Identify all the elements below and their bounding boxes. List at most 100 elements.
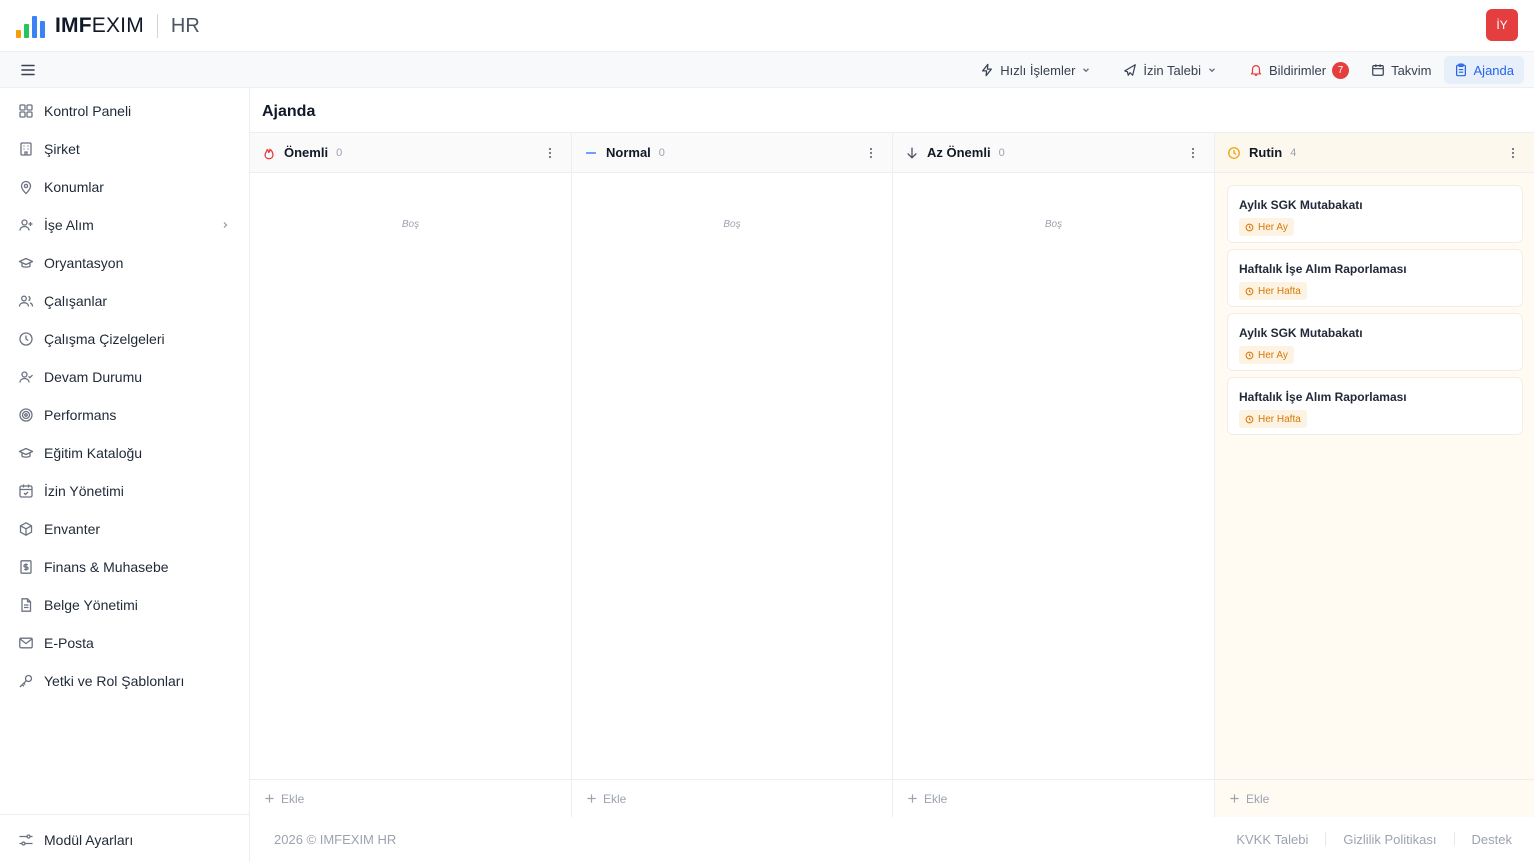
clock-icon: [19, 332, 33, 346]
frequency-tag: Her Hafta: [1239, 410, 1307, 428]
leave-request-button[interactable]: İzin Talebi: [1113, 56, 1227, 84]
building-icon: [20, 142, 32, 156]
sidebar-item-e-posta[interactable]: E-Posta: [0, 624, 249, 662]
calendar-button[interactable]: Takvim: [1361, 56, 1441, 84]
dashboard-icon: [19, 104, 33, 118]
sidebar-item-performans[interactable]: Performans: [0, 396, 249, 434]
notifications-button[interactable]: Bildirimler 7: [1239, 56, 1359, 84]
add-card-label: Ekle: [1246, 791, 1270, 806]
calendar-label: Takvim: [1391, 62, 1432, 78]
frequency-tag: Her Ay: [1239, 346, 1294, 364]
key-icon: [19, 674, 33, 688]
receipt-icon: [20, 560, 32, 574]
clock-icon: [1245, 415, 1254, 423]
frequency-label: Her Ay: [1258, 349, 1288, 361]
arrow-down-icon: [907, 147, 917, 158]
sidebar-item-calisanlar[interactable]: Çalışanlar: [0, 282, 249, 320]
more-vertical-icon[interactable]: [543, 146, 557, 160]
support-link[interactable]: Destek: [1472, 832, 1512, 847]
notifications-label: Bildirimler: [1269, 62, 1327, 78]
bell-icon: [1250, 65, 1262, 76]
task-title: Haftalık İşe Alım Raporlaması: [1239, 262, 1407, 276]
box-icon: [19, 522, 33, 536]
user-check-icon: [19, 371, 33, 383]
page-title: Ajanda: [262, 103, 316, 120]
more-vertical-icon[interactable]: [864, 146, 878, 160]
sidebar-item-devam-durumu[interactable]: Devam Durumu: [0, 358, 249, 396]
module-settings-button[interactable]: Modül Ayarları: [0, 821, 249, 859]
task-card[interactable]: Aylık SGK Mutabakatı Her Ay: [1227, 185, 1523, 243]
graduation-cap-icon: [18, 257, 34, 268]
agenda-label: Ajanda: [1473, 62, 1514, 78]
clock-icon: [1228, 146, 1240, 159]
task-title: Haftalık İşe Alım Raporlaması: [1239, 390, 1407, 404]
task-card[interactable]: Haftalık İşe Alım Raporlaması Her Hafta: [1227, 377, 1523, 435]
add-card-label: Ekle: [603, 791, 627, 806]
logo-divider: [156, 14, 158, 38]
sidebar: Kontrol Paneli Şirket Konumlar İşe Alım …: [0, 88, 250, 862]
sidebar-item-label: Eğitim Kataloğu: [44, 445, 143, 461]
add-card-button[interactable]: Ekle: [1215, 779, 1534, 817]
calendar-check-icon: [19, 484, 33, 498]
kanban-board: Önemli 0 Boş Ekle Normal 0 Boş Ekle Az Ö…: [250, 132, 1534, 817]
task-card[interactable]: Aylık SGK Mutabakatı Her Ay: [1227, 313, 1523, 371]
module-name: HR: [170, 14, 200, 37]
page-footer: 2026 © IMFEXIM HR KVKK Talebi Gizlilik P…: [250, 816, 1534, 862]
plus-icon: [265, 794, 274, 803]
column-title: Az Önemli: [927, 145, 991, 160]
plus-icon: [1230, 794, 1239, 803]
sidebar-item-label: Şirket: [44, 141, 80, 157]
task-card[interactable]: Haftalık İşe Alım Raporlaması Her Hafta: [1227, 249, 1523, 307]
task-title: Aylık SGK Mutabakatı: [1239, 198, 1363, 212]
map-pin-icon: [20, 180, 32, 195]
frequency-tag: Her Ay: [1239, 218, 1294, 236]
sidebar-item-konumlar[interactable]: Konumlar: [0, 168, 249, 206]
more-vertical-icon[interactable]: [1186, 146, 1200, 160]
add-card-button[interactable]: Ekle: [572, 779, 892, 817]
sidebar-item-oryantasyon[interactable]: Oryantasyon: [0, 244, 249, 282]
empty-state: Boş: [401, 219, 420, 230]
column-header: Rutin 4: [1215, 133, 1534, 173]
clock-icon: [1245, 351, 1254, 359]
column-count: 0: [658, 146, 665, 159]
agenda-button[interactable]: Ajanda: [1443, 56, 1524, 84]
user-plus-icon: [19, 219, 33, 231]
sidebar-item-yetki-rol-sablonlari[interactable]: Yetki ve Rol Şablonları: [0, 662, 249, 700]
chevron-right-icon: [223, 222, 228, 228]
copyright-text: 2026 © IMFEXIM HR: [274, 831, 397, 847]
logo-bars-icon: [16, 14, 45, 38]
add-card-button[interactable]: Ekle: [250, 779, 571, 817]
privacy-link[interactable]: Gizlilik Politikası: [1343, 832, 1436, 847]
user-avatar[interactable]: İY: [1486, 9, 1518, 41]
sidebar-item-izin-yonetimi[interactable]: İzin Yönetimi: [0, 472, 249, 510]
sidebar-footer: Modül Ayarları: [0, 814, 249, 862]
sidebar-item-envanter[interactable]: Envanter: [0, 510, 249, 548]
sidebar-item-belge-yonetimi[interactable]: Belge Yönetimi: [0, 586, 249, 624]
column-count: 0: [998, 146, 1005, 159]
sidebar-item-kontrol-paneli[interactable]: Kontrol Paneli: [0, 92, 249, 130]
column-title: Normal: [606, 145, 651, 160]
app-logo[interactable]: IMFEXIM HR: [16, 12, 200, 40]
minus-icon: [585, 151, 597, 154]
plus-icon: [587, 794, 596, 803]
footer-divider: [1325, 832, 1327, 846]
menu-icon[interactable]: [20, 62, 36, 78]
sidebar-item-label: Kontrol Paneli: [44, 103, 132, 119]
sidebar-item-label: Konumlar: [44, 179, 104, 195]
sidebar-item-calisma-cizelgeleri[interactable]: Çalışma Çizelgeleri: [0, 320, 249, 358]
sidebar-item-sirket[interactable]: Şirket: [0, 130, 249, 168]
empty-state: Boş: [723, 219, 741, 230]
sidebar-item-label: İşe Alım: [44, 217, 94, 233]
sliders-icon: [19, 834, 33, 846]
sidebar-item-egitim-katalogu[interactable]: Eğitim Kataloğu: [0, 434, 249, 472]
task-title: Aylık SGK Mutabakatı: [1239, 326, 1363, 340]
column-header: Normal 0: [572, 133, 892, 173]
add-card-button[interactable]: Ekle: [893, 779, 1214, 817]
kvkk-link[interactable]: KVKK Talebi: [1236, 832, 1308, 847]
quick-actions-button[interactable]: Hızlı İşlemler: [970, 56, 1101, 84]
sidebar-item-label: Belge Yönetimi: [44, 597, 138, 613]
more-vertical-icon[interactable]: [1506, 146, 1520, 160]
sidebar-item-ise-alim[interactable]: İşe Alım: [0, 206, 249, 244]
sidebar-item-finans-muhasebe[interactable]: Finans & Muhasebe: [0, 548, 249, 586]
module-settings-label: Modül Ayarları: [44, 832, 134, 848]
